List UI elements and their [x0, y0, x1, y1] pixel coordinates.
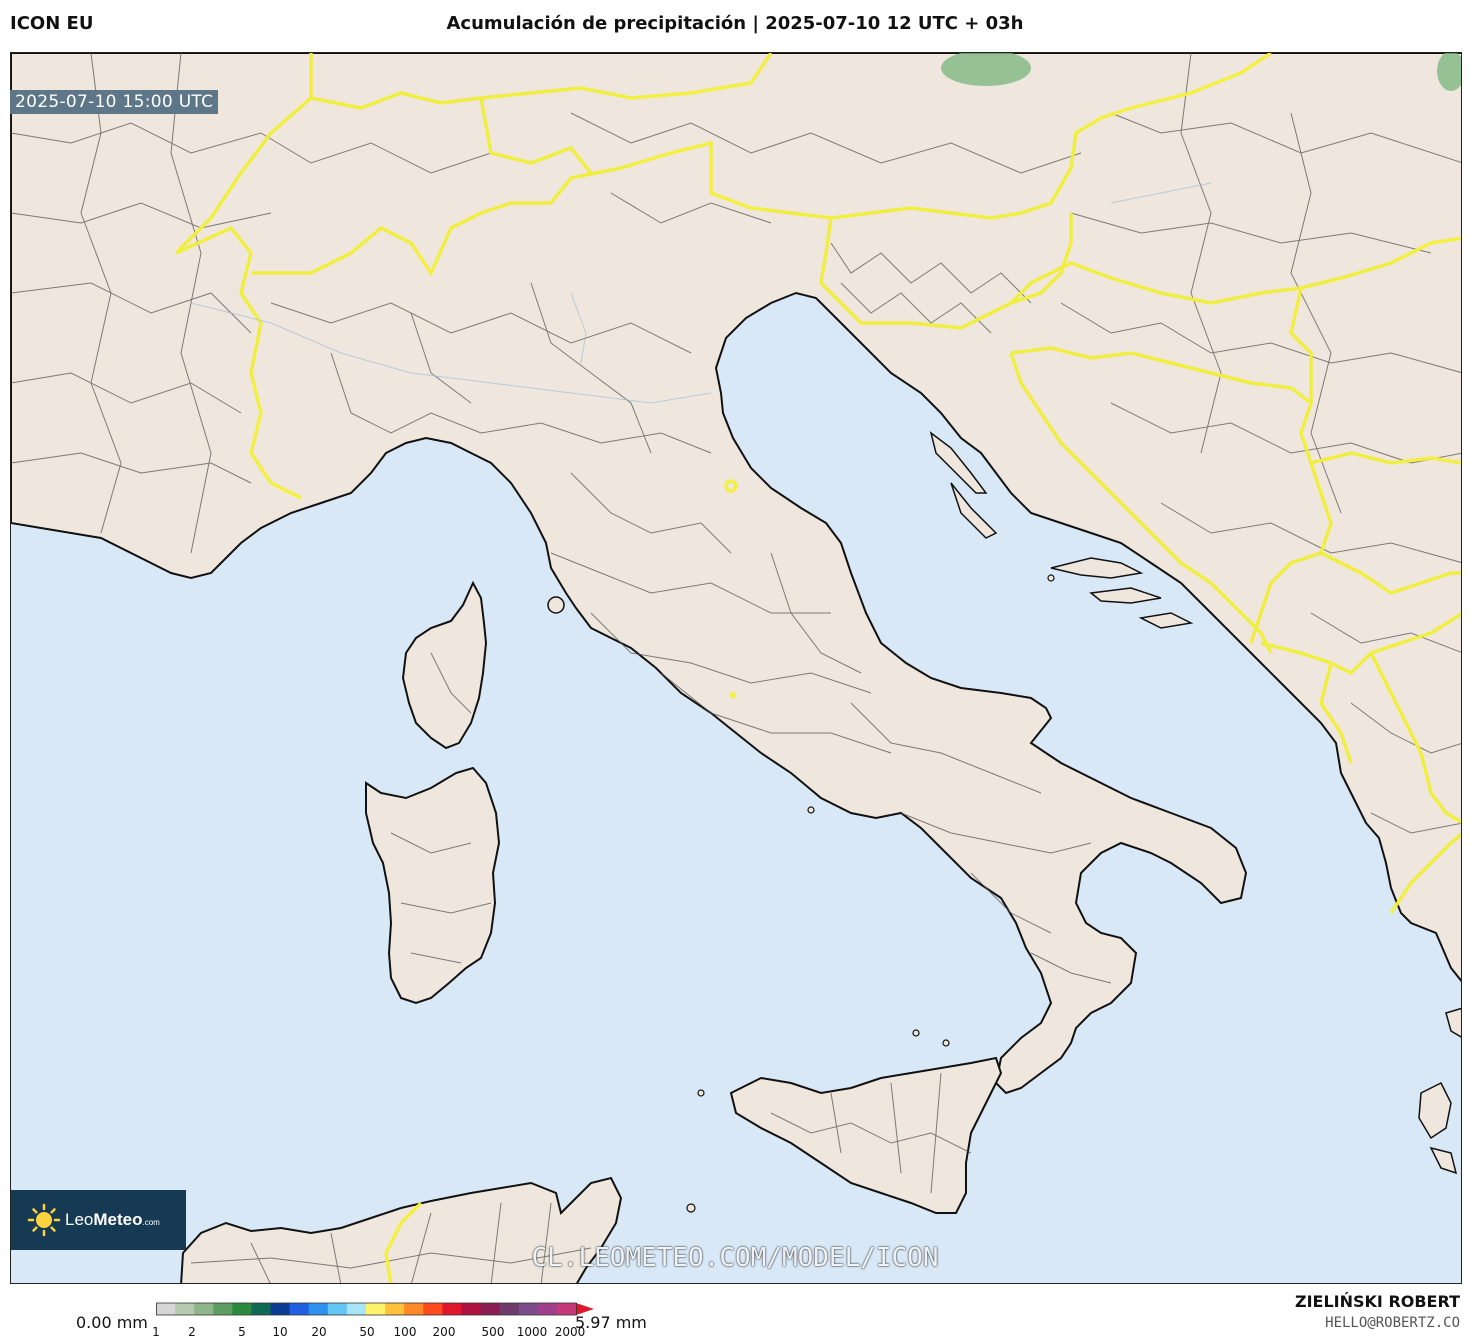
colorbar-segment — [270, 1303, 291, 1315]
colorbar-tick-label: 200 — [432, 1325, 456, 1339]
colorbar-segment — [251, 1303, 272, 1315]
colorbar-segment — [518, 1303, 539, 1315]
precipitation-map[interactable] — [10, 52, 1462, 1284]
land-island — [686, 1203, 696, 1213]
colorbar-segment — [289, 1303, 310, 1315]
sun-icon — [27, 1203, 61, 1237]
colorbar-segment — [308, 1303, 329, 1315]
colorbar-segment — [423, 1303, 443, 1315]
map-title: Acumulación de precipitación | 2025-07-1… — [446, 13, 1024, 34]
land-island — [942, 1039, 950, 1047]
colorbar-segment — [346, 1303, 367, 1315]
land-island — [912, 1029, 920, 1037]
colorbar-segment — [385, 1303, 405, 1315]
colorbar-segment — [327, 1303, 348, 1315]
colorbar-segment — [175, 1303, 195, 1315]
precipitation-colorbar — [156, 1302, 594, 1316]
source-watermark: CL.LEOMETEO.COM/MODEL/ICON — [531, 1243, 939, 1273]
colorbar-segment — [442, 1303, 462, 1315]
leometeo-logo[interactable]: LeoMeteo.com — [11, 1190, 186, 1250]
author-email[interactable]: HELLO@ROBERTZ.CO — [1325, 1315, 1460, 1331]
colorbar-max-label: 5.97 mm — [575, 1313, 647, 1332]
land-island — [807, 806, 815, 814]
colorbar-tick-label: 50 — [359, 1325, 375, 1339]
colorbar-tick-label: 1 — [152, 1325, 160, 1339]
land-island — [1047, 574, 1055, 582]
map-canvas — [11, 53, 1461, 1283]
colorbar-tick-label: 5 — [238, 1325, 246, 1339]
colorbar-min-label: 0.00 mm — [76, 1313, 148, 1332]
colorbar-tick-label: 1000 — [516, 1325, 548, 1339]
colorbar-segment — [194, 1303, 214, 1315]
author-name: ZIELIŃSKI ROBERT — [1294, 1292, 1460, 1311]
colorbar-tick-label: 10 — [272, 1325, 288, 1339]
colorbar-segment — [461, 1303, 482, 1315]
colorbar-tick-label: 20 — [311, 1325, 327, 1339]
valid-time-badge: 2025-07-10 15:00 UTC — [10, 90, 219, 114]
colorbar-segment — [156, 1303, 176, 1315]
colorbar-tick-label: 2 — [188, 1325, 196, 1339]
colorbar-segment — [404, 1303, 424, 1315]
colorbar-segment — [537, 1303, 558, 1315]
colorbar-segment — [499, 1303, 520, 1315]
logo-wordmark: LeoMeteo.com — [65, 1210, 160, 1229]
colorbar-segment — [366, 1303, 386, 1315]
colorbar-segment — [556, 1303, 577, 1315]
colorbar-segment — [480, 1303, 501, 1315]
land-island — [697, 1089, 705, 1097]
colorbar-tick-label: 100 — [393, 1325, 417, 1339]
colorbar-segment — [232, 1303, 252, 1315]
land-island — [547, 596, 565, 614]
colorbar-tick-label: 500 — [481, 1325, 505, 1339]
colorbar-segment — [213, 1303, 233, 1315]
